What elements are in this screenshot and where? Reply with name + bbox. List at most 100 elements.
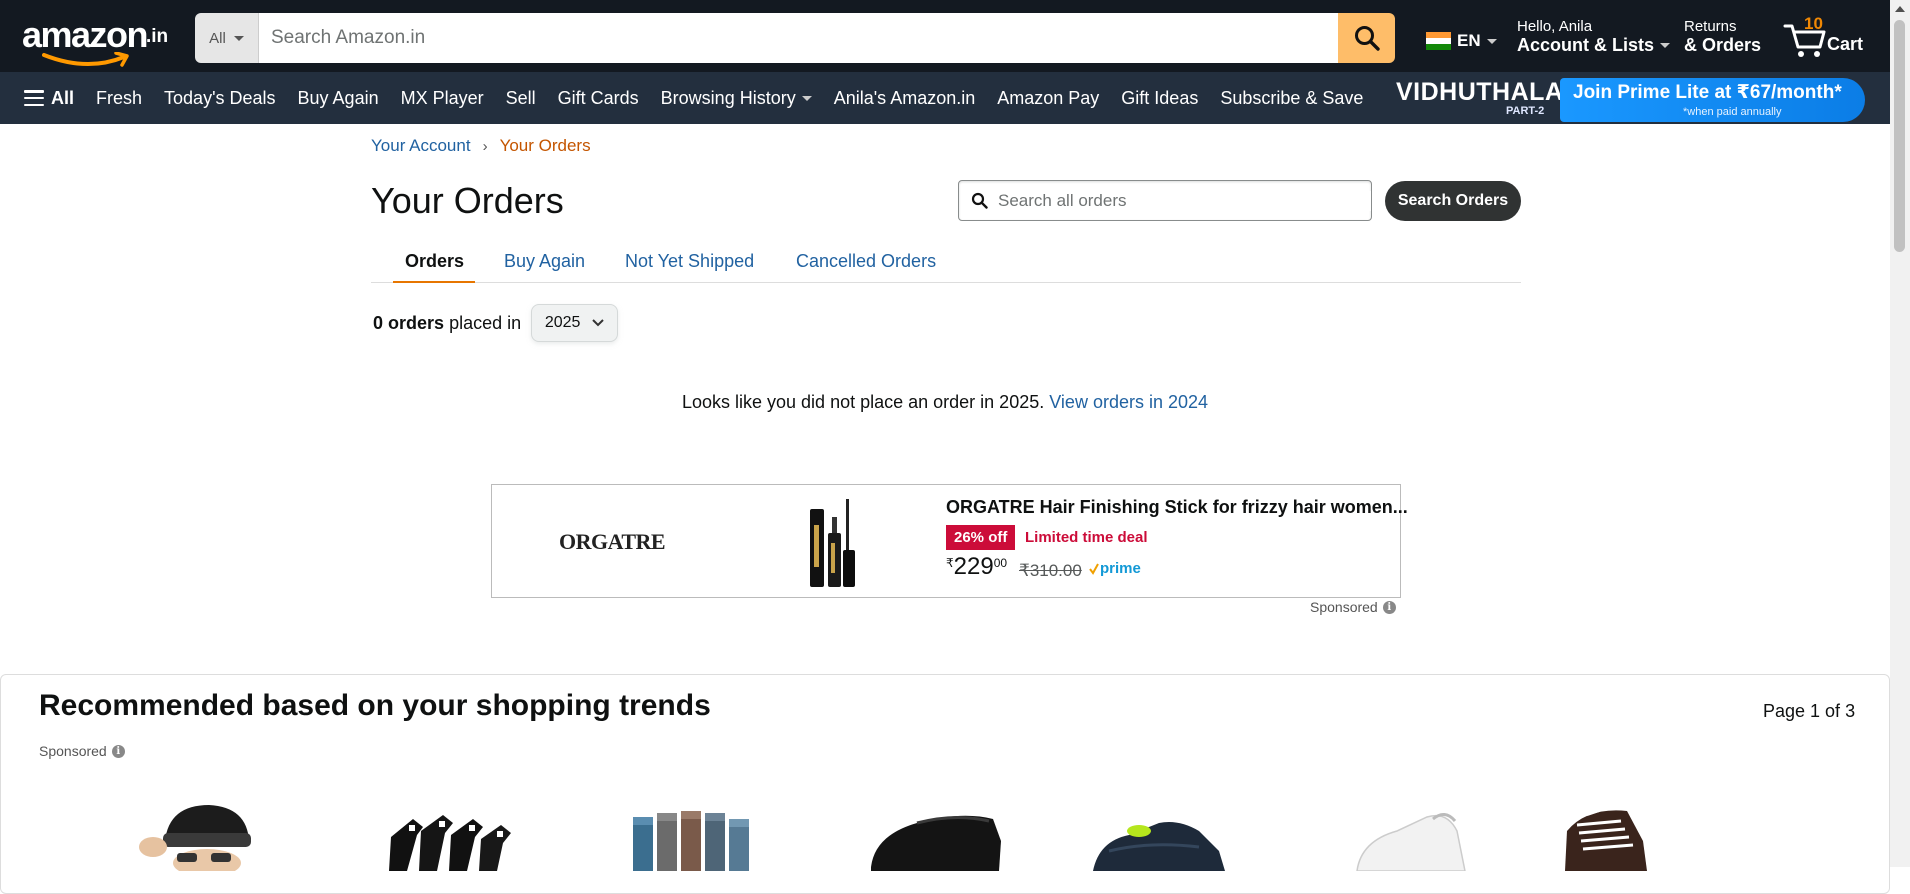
black-loafer-product-image[interactable] (865, 801, 1015, 871)
chevron-down-icon (1660, 42, 1671, 48)
top-nav-bar: amazon .in All EN Hello, Anila Account &… (0, 0, 1890, 72)
promo-cta-text: Join Prime Lite at ₹67/month* (1573, 82, 1842, 103)
breadcrumb-your-account[interactable]: Your Account (371, 136, 471, 156)
orders-count-suffix: placed in (449, 312, 522, 333)
nav-link-todays-deals[interactable]: Today's Deals (164, 88, 276, 109)
nav-link-sell[interactable]: Sell (506, 88, 536, 109)
scrollbar-thumb[interactable] (1894, 20, 1905, 252)
recommendations-carousel: Recommended based on your shopping trend… (0, 674, 1890, 894)
all-menu-button[interactable]: All (24, 88, 74, 109)
hair-stick-product-image (810, 499, 855, 587)
ad-product-title[interactable]: ORGATRE Hair Finishing Stick for frizzy … (946, 497, 1408, 518)
info-icon: i (1382, 600, 1396, 614)
promo-movie-subtitle: PART-2 (1506, 105, 1545, 117)
ad-sponsored-label[interactable]: Sponsored i (1310, 599, 1396, 615)
chevron-down-icon (1486, 38, 1497, 44)
recommendations-title: Recommended based on your shopping trend… (39, 689, 711, 722)
black-socks-product-image[interactable] (387, 801, 527, 871)
orders-count: 0 orders (373, 312, 445, 333)
tab-buy-again[interactable]: Buy Again (504, 251, 585, 272)
hamburger-menu-icon (24, 90, 44, 106)
scroll-up-arrow-icon[interactable] (1895, 6, 1905, 12)
cart-label: Cart (1827, 34, 1864, 54)
main-search-bar: All (195, 13, 1395, 63)
cart-count-badge: 10 (1804, 14, 1823, 33)
returns-label: Returns (1684, 18, 1737, 35)
nav-link-buy-again[interactable]: Buy Again (298, 88, 379, 109)
discount-badge: 26% off (946, 525, 1016, 550)
prime-lite-promo-banner[interactable]: VIDHUTHALAI PART-2 Join Prime Lite at ₹6… (1393, 76, 1873, 122)
carousel-page-indicator: Page 1 of 3 (1763, 701, 1856, 721)
tab-cancelled-orders[interactable]: Cancelled Orders (796, 251, 936, 272)
active-tab-indicator (393, 281, 475, 283)
language-selector[interactable]: EN (1426, 31, 1497, 51)
orders-label: & Orders (1684, 35, 1762, 55)
returns-orders-link[interactable]: Returns & Orders (1684, 18, 1761, 55)
year-filter-dropdown[interactable]: 2025 (531, 304, 619, 342)
navy-sneaker-product-image[interactable] (1089, 801, 1239, 871)
nav-link-amazon-pay[interactable]: Amazon Pay (997, 88, 1099, 109)
prime-label: prime (1100, 560, 1141, 577)
brown-sneaker-product-image[interactable] (1547, 801, 1697, 871)
browsing-history-label: Browsing History (660, 87, 796, 108)
info-icon: i (111, 744, 125, 758)
breadcrumb-current: Your Orders (499, 136, 591, 155)
beanie-cap-product-image[interactable] (129, 801, 269, 871)
secondary-nav-bar: All Fresh Today's Deals Buy Again MX Pla… (0, 72, 1890, 124)
orders-count-row: 0 orders placed in 2025 (373, 304, 619, 342)
nav-link-gift-cards[interactable]: Gift Cards (558, 88, 639, 109)
search-icon (971, 192, 988, 209)
account-lists-label: Account & Lists (1517, 35, 1655, 55)
white-sneaker-product-image[interactable] (1337, 801, 1487, 871)
logo-smile-icon (42, 52, 129, 67)
list-price: ₹310.00 (1019, 561, 1082, 580)
tab-not-yet-shipped[interactable]: Not Yet Shipped (625, 251, 754, 272)
prime-badge: prime (1089, 560, 1141, 577)
chevron-down-icon (233, 35, 244, 41)
nav-link-personal-store[interactable]: Anila's Amazon.in (834, 88, 976, 109)
promo-movie-title: VIDHUTHALAI (1396, 78, 1571, 106)
colored-socks-product-image[interactable] (629, 801, 769, 871)
amazon-logo[interactable]: amazon .in (22, 14, 168, 67)
search-input[interactable] (259, 13, 1338, 63)
chevron-down-icon (592, 319, 605, 327)
year-filter-value: 2025 (544, 314, 581, 331)
account-menu[interactable]: Hello, Anila Account & Lists (1517, 18, 1671, 55)
search-icon (1354, 26, 1380, 51)
nav-link-subscribe-save[interactable]: Subscribe & Save (1220, 88, 1363, 109)
logo-wordmark: amazon (22, 14, 149, 55)
account-greeting: Hello, Anila (1517, 18, 1593, 35)
sponsored-text: Sponsored (1310, 599, 1378, 615)
breadcrumb: Your Account › Your Orders (371, 136, 591, 156)
order-tabs: Orders Buy Again Not Yet Shipped Cancell… (371, 245, 1521, 283)
nav-link-gift-ideas[interactable]: Gift Ideas (1121, 88, 1198, 109)
empty-orders-text: Looks like you did not place an order in… (681, 392, 1045, 412)
price-symbol: ₹ (946, 556, 954, 570)
sponsored-text: Sponsored (39, 743, 107, 759)
page-scrollbar[interactable] (1890, 0, 1910, 867)
price-fraction: 00 (993, 556, 1008, 570)
empty-orders-message: Looks like you did not place an order in… (0, 392, 1890, 413)
all-menu-label: All (51, 87, 75, 108)
tab-orders[interactable]: Orders (405, 251, 464, 272)
deal-label: Limited time deal (1025, 529, 1148, 546)
cart-button[interactable]: 10 Cart (1783, 14, 1873, 60)
chevron-down-icon (801, 95, 812, 101)
view-previous-year-link[interactable]: View orders in 2024 (1049, 392, 1208, 412)
price-whole: 229 (953, 553, 994, 580)
language-code: EN (1457, 31, 1481, 50)
nav-link-fresh[interactable]: Fresh (96, 88, 142, 109)
page-title: Your Orders (371, 180, 564, 221)
search-submit-button[interactable] (1338, 13, 1395, 63)
ad-price: ₹ 229 00 (946, 553, 1007, 581)
search-category-label: All (209, 29, 226, 47)
order-search-input[interactable] (998, 190, 1371, 211)
breadcrumb-separator: › (482, 137, 488, 155)
nav-link-mx-player[interactable]: MX Player (401, 88, 484, 109)
sponsored-product-ad[interactable]: ORGATRE ORGATRE Hair Finishing Stick for… (491, 484, 1408, 598)
order-search-box (958, 180, 1372, 221)
recommendations-sponsored-label[interactable]: Sponsored i (39, 743, 125, 759)
search-category-dropdown[interactable]: All (195, 13, 259, 63)
nav-link-browsing-history[interactable]: Browsing History (661, 88, 812, 109)
search-orders-button[interactable]: Search Orders (1385, 181, 1521, 221)
